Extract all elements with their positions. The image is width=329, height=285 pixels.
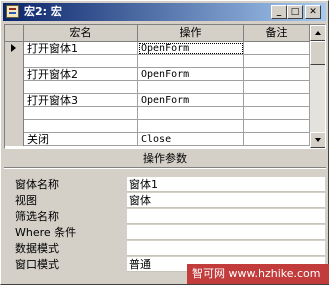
action-cell[interactable]: Close <box>138 133 244 146</box>
action-cell[interactable] <box>138 55 244 68</box>
action-cell[interactable] <box>138 120 244 133</box>
property-row: 视图 窗体 <box>15 193 325 208</box>
macro-name-cell[interactable] <box>24 55 138 68</box>
macro-name-cell[interactable]: 关闭 <box>24 133 138 146</box>
arrow-up-icon <box>315 31 321 35</box>
action-cell[interactable]: OpenForm <box>138 94 244 107</box>
macro-name-cell[interactable] <box>24 81 138 94</box>
form-name-field[interactable]: 窗体1 <box>127 177 325 192</box>
table-row[interactable]: 打开窗体3 OpenForm <box>5 94 310 107</box>
action-cell[interactable]: OpenForm <box>138 42 244 55</box>
grid-rows: 打开窗体1 OpenForm 打开窗体2 OpenForm 打开窗体3 Open… <box>5 42 310 146</box>
table-row[interactable]: 打开窗体1 OpenForm <box>5 42 310 55</box>
macro-name-cell[interactable] <box>24 120 138 133</box>
current-row-arrow-icon <box>11 44 16 52</box>
action-arguments-header: 操作参数 <box>143 152 187 165</box>
watermark: 智可网 www.hzhike.com <box>187 264 329 284</box>
scroll-up-button[interactable] <box>310 25 325 41</box>
property-label: 数据模式 <box>15 242 59 255</box>
row-selector[interactable] <box>5 42 24 55</box>
scroll-thumb[interactable] <box>310 41 325 65</box>
note-cell[interactable] <box>244 94 310 107</box>
filter-name-field[interactable] <box>127 209 325 224</box>
action-cell[interactable] <box>138 81 244 94</box>
macro-name-cell[interactable] <box>24 107 138 120</box>
property-label: 窗口模式 <box>15 258 59 271</box>
grid-corner <box>5 25 24 42</box>
macro-name-cell[interactable]: 打开窗体3 <box>24 94 138 107</box>
property-row: 数据模式 <box>15 241 325 256</box>
column-header-action[interactable]: 操作 <box>138 25 244 42</box>
macro-window: 宏2: 宏 _ □ ✕ 宏名 操作 备注 打开窗体1 OpenForm 打开窗体… <box>0 0 329 285</box>
row-selector[interactable] <box>5 120 24 133</box>
action-arguments: 窗体名称 窗体1 视图 窗体 筛选名称 Where 条件 数据模式 窗口模式 普… <box>15 177 325 273</box>
table-row[interactable]: 打开窗体2 OpenForm <box>5 68 310 81</box>
row-selector[interactable] <box>5 68 24 81</box>
title-bar[interactable]: 宏2: 宏 _ □ ✕ <box>3 3 326 21</box>
row-selector[interactable] <box>5 55 24 68</box>
where-condition-field[interactable] <box>127 225 325 240</box>
action-cell[interactable] <box>138 107 244 120</box>
row-selector[interactable] <box>5 133 24 146</box>
note-cell[interactable] <box>244 107 310 120</box>
data-mode-field[interactable] <box>127 241 325 256</box>
note-cell[interactable] <box>244 55 310 68</box>
property-label: Where 条件 <box>15 226 77 239</box>
arrow-down-icon <box>315 138 321 142</box>
table-row[interactable] <box>5 55 310 68</box>
column-header-note[interactable]: 备注 <box>244 25 310 42</box>
property-row: 筛选名称 <box>15 209 325 224</box>
property-row: 窗体名称 窗体1 <box>15 177 325 192</box>
action-cell[interactable]: OpenForm <box>138 68 244 81</box>
macro-name-cell[interactable]: 打开窗体1 <box>24 42 138 55</box>
table-row[interactable]: 关闭 Close <box>5 133 310 146</box>
minimize-button[interactable]: _ <box>271 5 287 19</box>
property-label: 筛选名称 <box>15 210 59 223</box>
table-row[interactable] <box>5 81 310 94</box>
macro-grid: 宏名 操作 备注 打开窗体1 OpenForm 打开窗体2 OpenForm 打… <box>4 24 326 149</box>
table-row[interactable] <box>5 120 310 133</box>
vertical-scrollbar[interactable] <box>310 25 325 148</box>
note-cell[interactable] <box>244 133 310 146</box>
row-selector[interactable] <box>5 81 24 94</box>
maximize-button[interactable]: □ <box>287 5 303 19</box>
note-cell[interactable] <box>244 81 310 94</box>
note-cell[interactable] <box>244 68 310 81</box>
window-title: 宏2: 宏 <box>24 5 62 18</box>
macro-icon[interactable] <box>6 5 19 18</box>
view-field[interactable]: 窗体 <box>127 193 325 208</box>
table-row[interactable] <box>5 107 310 120</box>
scroll-down-button[interactable] <box>310 132 325 148</box>
column-header-name[interactable]: 宏名 <box>24 25 138 42</box>
property-label: 视图 <box>15 194 37 207</box>
property-label: 窗体名称 <box>15 178 59 191</box>
macro-name-cell[interactable]: 打开窗体2 <box>24 68 138 81</box>
property-row: Where 条件 <box>15 225 325 240</box>
note-cell[interactable] <box>244 42 310 55</box>
note-cell[interactable] <box>244 120 310 133</box>
row-selector[interactable] <box>5 94 24 107</box>
row-selector[interactable] <box>5 107 24 120</box>
divider <box>4 167 326 169</box>
close-button[interactable]: ✕ <box>305 5 321 19</box>
